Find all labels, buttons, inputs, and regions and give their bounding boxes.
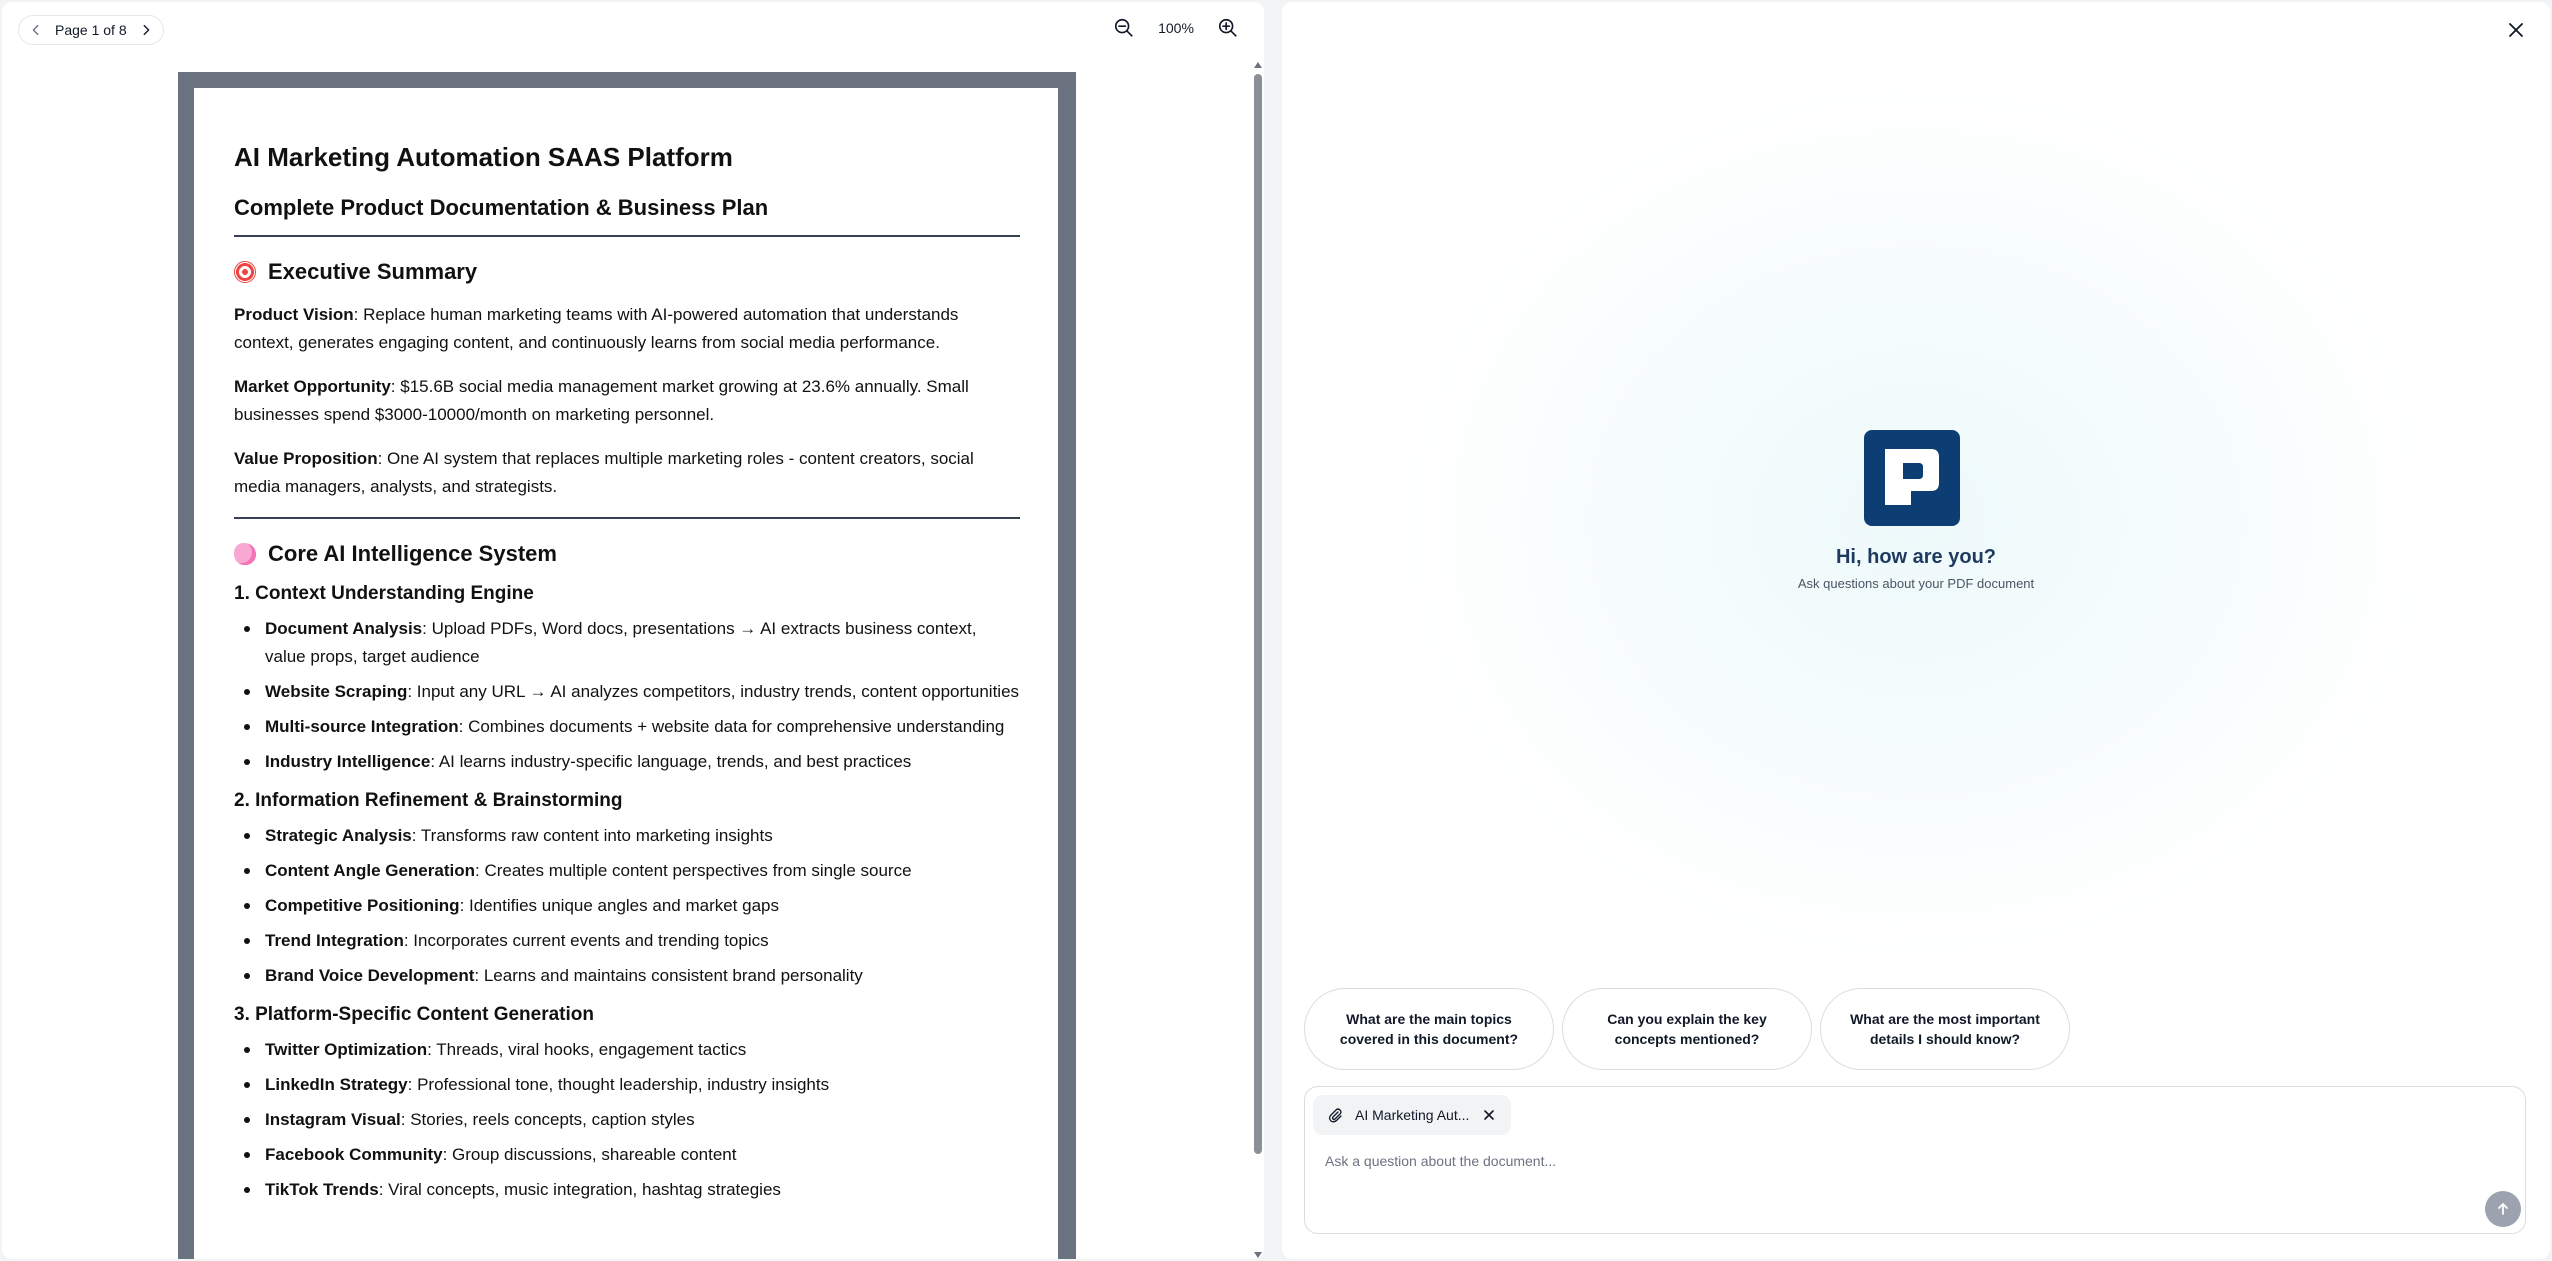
arrow-up-icon	[2498, 1203, 2508, 1215]
subsection-heading: 1. Context Understanding Engine	[234, 583, 534, 604]
document-subtitle: Complete Product Documentation & Busines…	[234, 195, 1020, 237]
list-item: Brand Voice Development: Learns and main…	[234, 962, 1020, 990]
list-item: Document Analysis: Upload PDFs, Word doc…	[234, 615, 1020, 671]
bullet-list: Document Analysis: Upload PDFs, Word doc…	[234, 615, 1020, 776]
zoom-level: 100%	[1158, 20, 1194, 36]
zoom-in-icon[interactable]	[1216, 16, 1240, 40]
list-item: Industry Intelligence: AI learns industr…	[234, 748, 1020, 776]
bullet-list: Twitter Optimization: Threads, viral hoo…	[234, 1036, 1020, 1204]
scrollbar-thumb[interactable]	[1254, 74, 1262, 1154]
market-opportunity-paragraph: Market Opportunity: $15.6B social media …	[234, 377, 969, 424]
suggestion-chip[interactable]: What are the most important details I sh…	[1820, 988, 2070, 1070]
paperclip-icon	[1328, 1108, 1342, 1123]
page-indicator: Page 1 of 8	[55, 22, 127, 38]
section-heading-text: Executive Summary	[268, 259, 478, 284]
list-item: Content Angle Generation: Creates multip…	[234, 857, 1020, 885]
list-item: TikTok Trends: Viral concepts, music int…	[234, 1176, 1020, 1204]
pdf-page: AI Marketing Automation SAAS Platform Co…	[194, 88, 1058, 1259]
list-item: Facebook Community: Group discussions, s…	[234, 1141, 1020, 1169]
close-icon[interactable]	[2504, 18, 2528, 42]
app-logo-mark	[1885, 449, 1939, 505]
target-icon	[234, 261, 256, 283]
attachment-chip[interactable]: AI Marketing Aut...	[1313, 1095, 1512, 1135]
question-input[interactable]	[1325, 1147, 2425, 1175]
remove-attachment-icon[interactable]	[1481, 1107, 1497, 1123]
brain-icon	[234, 543, 256, 565]
list-item: Competitive Positioning: Identifies uniq…	[234, 892, 1020, 920]
core-ai-heading: Core AI Intelligence System	[234, 541, 1020, 567]
list-item: LinkedIn Strategy: Professional tone, th…	[234, 1071, 1020, 1099]
list-item: Trend Integration: Incorporates current …	[234, 927, 1020, 955]
suggestion-list: What are the main topics covered in this…	[1304, 988, 2070, 1070]
section-heading-text: Core AI Intelligence System	[268, 541, 557, 566]
list-item: Strategic Analysis: Transforms raw conte…	[234, 822, 1020, 850]
chevron-right-icon[interactable]	[137, 21, 155, 39]
list-item: Twitter Optimization: Threads, viral hoo…	[234, 1036, 1020, 1064]
greeting-title: Hi, how are you?	[1835, 546, 1997, 568]
list-item: Website Scraping: Input any URL → AI ana…	[234, 678, 1020, 706]
list-item: Multi-source Integration: Combines docum…	[234, 713, 1020, 741]
greeting-subtitle: Ask questions about your PDF document	[1797, 576, 2035, 591]
subsection-heading: 3. Platform-Specific Content Generation	[234, 1004, 594, 1025]
list-item: Instagram Visual: Stories, reels concept…	[234, 1106, 1020, 1134]
suggestion-chip[interactable]: What are the main topics covered in this…	[1304, 988, 1554, 1070]
zoom-controls: 100%	[1112, 16, 1240, 40]
value-proposition-paragraph: Value Proposition: One AI system that re…	[234, 449, 974, 496]
chevron-left-icon[interactable]	[27, 21, 45, 39]
product-vision-paragraph: Product Vision: Replace human marketing …	[234, 305, 959, 352]
app-logo	[1864, 430, 1960, 526]
pdf-viewer: Page 1 of 8 100% AI Marketing Automation…	[2, 2, 1264, 1259]
attachment-name: AI Marketing Aut...	[1355, 1107, 1470, 1123]
message-composer: AI Marketing Aut...	[1304, 1086, 2526, 1234]
scroll-up-arrow-icon[interactable]	[1254, 62, 1262, 68]
viewer-toolbar: Page 1 of 8 100%	[2, 2, 1264, 60]
scroll-down-arrow-icon[interactable]	[1254, 1252, 1262, 1258]
viewer-scrollbar[interactable]	[1252, 58, 1264, 1258]
pdf-canvas: AI Marketing Automation SAAS Platform Co…	[178, 72, 1076, 1259]
subsection-heading: 2. Information Refinement & Brainstormin…	[234, 790, 623, 811]
page-navigation: Page 1 of 8	[18, 15, 164, 45]
section-divider	[234, 517, 1020, 519]
bullet-list: Strategic Analysis: Transforms raw conte…	[234, 822, 1020, 990]
zoom-out-icon[interactable]	[1112, 16, 1136, 40]
send-button[interactable]	[2485, 1191, 2521, 1227]
chat-panel: Hi, how are you? Ask questions about you…	[1282, 2, 2550, 1259]
document-title: AI Marketing Automation SAAS Platform	[234, 142, 733, 172]
suggestion-chip[interactable]: Can you explain the key concepts mention…	[1562, 988, 1812, 1070]
executive-summary-heading: Executive Summary	[234, 259, 1020, 285]
